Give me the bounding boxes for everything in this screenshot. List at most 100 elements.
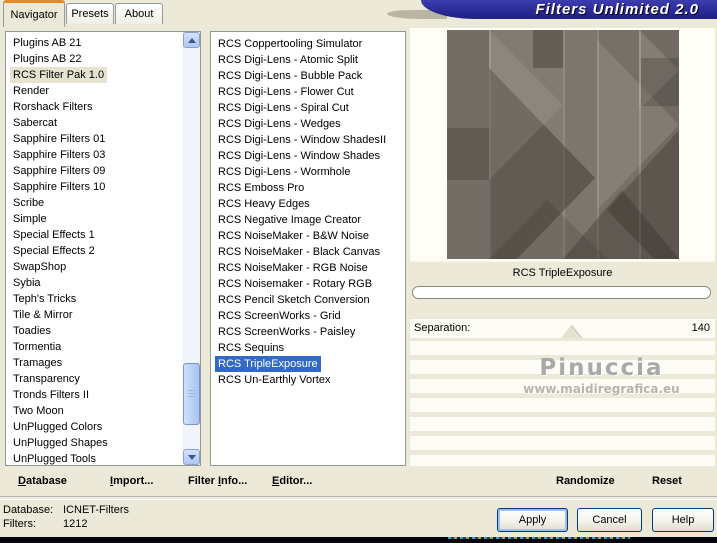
filter-item[interactable]: RCS Pencil Sketch Conversion [215, 292, 373, 308]
filter-item[interactable]: RCS Digi-Lens - Wormhole [215, 164, 353, 180]
filter-info-button[interactable]: Filter Info... [188, 466, 247, 496]
filter-item[interactable]: RCS Negative Image Creator [215, 212, 364, 228]
navigator-item[interactable]: UnPlugged Tools [10, 451, 99, 465]
filter-item[interactable]: RCS Digi-Lens - Atomic Split [215, 52, 361, 68]
bottom-strip-dots [448, 537, 630, 539]
status-area: Database: ICNET-Filters Filters: 1212 [3, 503, 129, 531]
separation-label: Separation: [414, 322, 471, 334]
import-button[interactable]: Import... [110, 466, 153, 496]
navigator-item[interactable]: Sapphire Filters 03 [10, 147, 108, 163]
filter-item[interactable]: RCS Emboss Pro [215, 180, 307, 196]
empty-param-row [410, 341, 715, 355]
action-bar: Database Import... Filter Info... Editor… [0, 466, 717, 496]
reset-button[interactable]: Reset [652, 466, 682, 496]
filters-count-value: 1212 [63, 518, 88, 530]
empty-param-row [410, 398, 715, 412]
filter-item[interactable]: RCS Digi-Lens - Bubble Pack [215, 68, 365, 84]
preview-caption: RCS TripleExposure [410, 261, 715, 285]
filter-item[interactable]: RCS Sequins [215, 340, 287, 356]
separation-value: 140 [691, 322, 710, 334]
preview-area [410, 28, 715, 261]
filter-item[interactable]: RCS Heavy Edges [215, 196, 313, 212]
bottom-strip [0, 537, 717, 543]
filter-item[interactable]: RCS NoiseMaker - Black Canvas [215, 244, 383, 260]
editor-button[interactable]: Editor... [272, 466, 312, 496]
navigator-item[interactable]: Plugins AB 22 [10, 51, 85, 67]
scrollbar-thumb[interactable] [183, 363, 200, 425]
navigator-item[interactable]: Sapphire Filters 01 [10, 131, 108, 147]
cancel-button[interactable]: Cancel [577, 508, 642, 532]
preview-panel: RCS TripleExposure Separation: 140 Pinuc… [408, 27, 715, 466]
empty-param-row [410, 360, 715, 374]
filter-items: RCS Coppertooling Simulator RCS Digi-Lens… [211, 36, 405, 388]
navigator-item[interactable]: Tile & Mirror [10, 307, 75, 323]
navigator-item[interactable]: Two Moon [10, 403, 67, 419]
tab-navigator[interactable]: Navigator [3, 0, 65, 27]
navigator-item[interactable]: Simple [10, 211, 50, 227]
preview-image [446, 30, 679, 259]
database-button[interactable]: Database [18, 466, 67, 496]
navigator-item[interactable]: Special Effects 1 [10, 227, 98, 243]
navigator-item[interactable]: Tormentia [10, 339, 64, 355]
navigator-list: Plugins AB 21 Plugins AB 22 RCS Filter Pak… [5, 31, 201, 466]
navigator-item[interactable]: Sapphire Filters 10 [10, 179, 108, 195]
navigator-item[interactable]: Rorshack Filters [10, 99, 95, 115]
navigator-item[interactable]: Toadies [10, 323, 54, 339]
navigator-item[interactable]: Sabercat [10, 115, 60, 131]
navigator-item[interactable]: RCS Filter Pak 1.0 [10, 67, 108, 83]
navigator-items: Plugins AB 21 Plugins AB 22 RCS Filter Pak… [6, 35, 200, 465]
help-button[interactable]: Help [652, 508, 714, 532]
navigator-item[interactable]: UnPlugged Shapes [10, 435, 111, 451]
navigator-item[interactable]: SwapShop [10, 259, 69, 275]
window-title: Filters Unlimited 2.0 [535, 1, 699, 18]
navigator-item[interactable]: Plugins AB 21 [10, 35, 85, 51]
navigator-item[interactable]: Sybia [10, 275, 44, 291]
empty-param-row [410, 417, 715, 431]
slider-thumb-icon[interactable] [561, 325, 582, 338]
navigator-item[interactable]: Tramages [10, 355, 65, 371]
filter-item[interactable]: RCS Digi-Lens - Window ShadesII [215, 132, 389, 148]
filter-item[interactable]: RCS Digi-Lens - Spiral Cut [215, 100, 352, 116]
filter-item[interactable]: RCS NoiseMaker - RGB Noise [215, 260, 371, 276]
filter-item[interactable]: RCS Un-Earthly Vortex [215, 372, 333, 388]
title-banner: Filters Unlimited 2.0 [421, 0, 717, 19]
filter-item[interactable]: RCS ScreenWorks - Paisley [215, 324, 358, 340]
empty-param-row [410, 455, 715, 466]
separation-slider[interactable]: Separation: 140 [410, 318, 715, 338]
filter-item[interactable]: RCS Coppertooling Simulator [215, 36, 365, 52]
database-status-value: ICNET-Filters [63, 504, 129, 516]
filter-list: RCS Coppertooling Simulator RCS Digi-Lens… [210, 31, 406, 466]
navigator-item[interactable]: Transparency [10, 371, 83, 387]
navigator-item[interactable]: Teph's Tricks [10, 291, 79, 307]
filter-item[interactable]: RCS Digi-Lens - Wedges [215, 116, 344, 132]
filter-item[interactable]: RCS TripleExposure [215, 356, 321, 372]
filter-item[interactable]: RCS Digi-Lens - Flower Cut [215, 84, 357, 100]
navigator-item[interactable]: Scribe [10, 195, 47, 211]
scroll-down-icon [188, 455, 196, 460]
empty-param-row [410, 379, 715, 393]
filters-unlimited-window: Navigator Presets About Filters Unlimite… [0, 0, 717, 543]
filters-count-label: Filters: [3, 518, 36, 530]
scroll-up-icon [188, 38, 196, 43]
apply-button[interactable]: Apply [497, 508, 568, 532]
tab-presets[interactable]: Presets [66, 3, 114, 24]
tab-about[interactable]: About [115, 3, 163, 24]
navigator-item[interactable]: Special Effects 2 [10, 243, 98, 259]
empty-param-row [410, 436, 715, 450]
progress-bar [412, 286, 711, 299]
filter-item[interactable]: RCS ScreenWorks - Grid [215, 308, 344, 324]
navigator-item[interactable]: Render [10, 83, 52, 99]
tab-bar: Navigator Presets About [0, 0, 420, 27]
scroll-down-button[interactable] [183, 449, 200, 465]
filter-item[interactable]: RCS Noisemaker - Rotary RGB [215, 276, 375, 292]
filter-item[interactable]: RCS NoiseMaker - B&W Noise [215, 228, 372, 244]
divider [0, 496, 717, 500]
randomize-button[interactable]: Randomize [556, 466, 615, 496]
navigator-item[interactable]: UnPlugged Colors [10, 419, 105, 435]
parameter-rows [410, 341, 715, 466]
navigator-item[interactable]: Sapphire Filters 09 [10, 163, 108, 179]
navigator-scrollbar[interactable] [183, 32, 200, 465]
navigator-item[interactable]: Tronds Filters II [10, 387, 92, 403]
filter-item[interactable]: RCS Digi-Lens - Window Shades [215, 148, 383, 164]
scroll-up-button[interactable] [183, 32, 200, 48]
